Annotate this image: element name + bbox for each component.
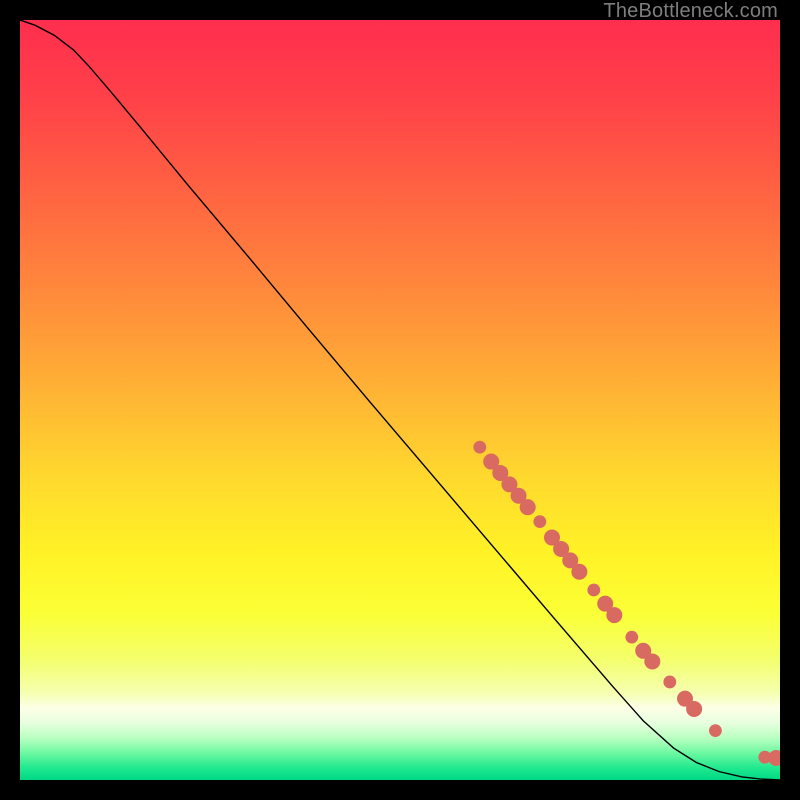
- chart-point: [606, 607, 622, 623]
- chart-point: [533, 515, 546, 528]
- chart-point: [587, 584, 600, 597]
- chart-point: [520, 499, 536, 515]
- chart-point: [709, 724, 722, 737]
- chart-stage: TheBottleneck.com: [0, 0, 800, 800]
- chart-point: [473, 441, 486, 454]
- chart-point: [625, 631, 638, 644]
- chart-point: [768, 750, 780, 766]
- chart-plot-area: [20, 20, 780, 780]
- chart-point: [686, 701, 702, 717]
- chart-point: [571, 564, 587, 580]
- chart-point: [663, 676, 676, 689]
- chart-overlay: [20, 20, 780, 780]
- credit-text: TheBottleneck.com: [603, 0, 778, 23]
- chart-curve: [20, 20, 780, 780]
- chart-scatter-group: [473, 441, 780, 766]
- chart-point: [644, 653, 660, 669]
